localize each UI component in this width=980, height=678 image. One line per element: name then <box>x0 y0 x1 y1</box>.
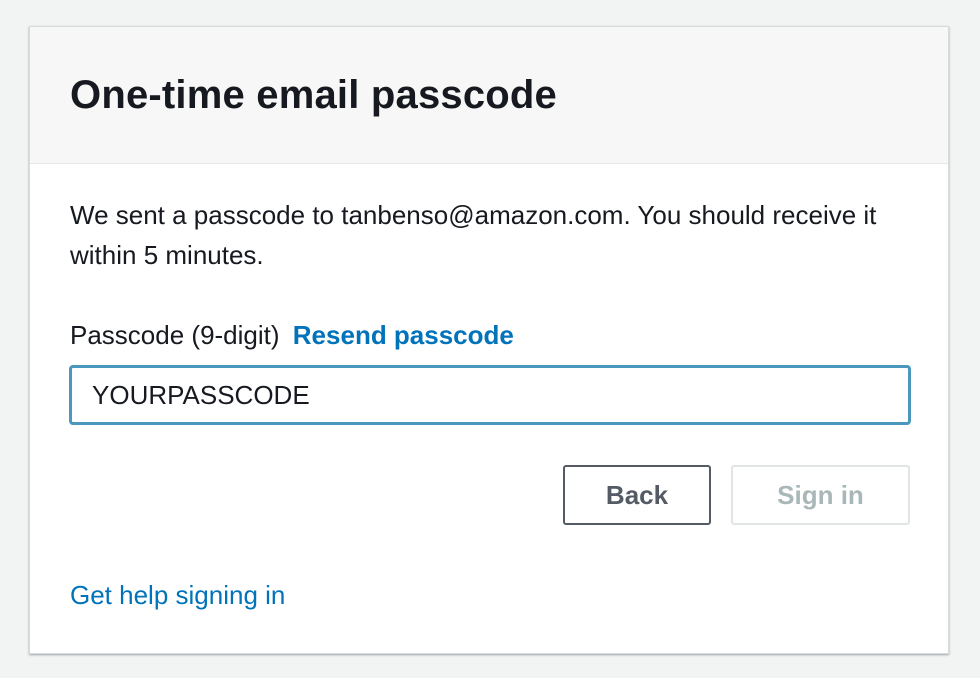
page-title: One-time email passcode <box>70 73 558 117</box>
passcode-sent-message: We sent a passcode to tanbenso@amazon.co… <box>70 200 877 270</box>
sign-in-card: One-time email passcode We sent a passco… <box>29 26 949 654</box>
card-header: One-time email passcode <box>30 27 948 164</box>
passcode-label-row: Passcode (9-digit) Resend passcode <box>70 318 514 352</box>
passcode-input[interactable] <box>69 365 911 425</box>
back-button[interactable]: Back <box>563 465 711 525</box>
resend-passcode-link[interactable]: Resend passcode <box>293 320 514 350</box>
passcode-label: Passcode (9-digit) <box>70 320 280 350</box>
sign-in-button[interactable]: Sign in <box>731 465 910 525</box>
get-help-signing-in-link[interactable]: Get help signing in <box>70 578 285 612</box>
